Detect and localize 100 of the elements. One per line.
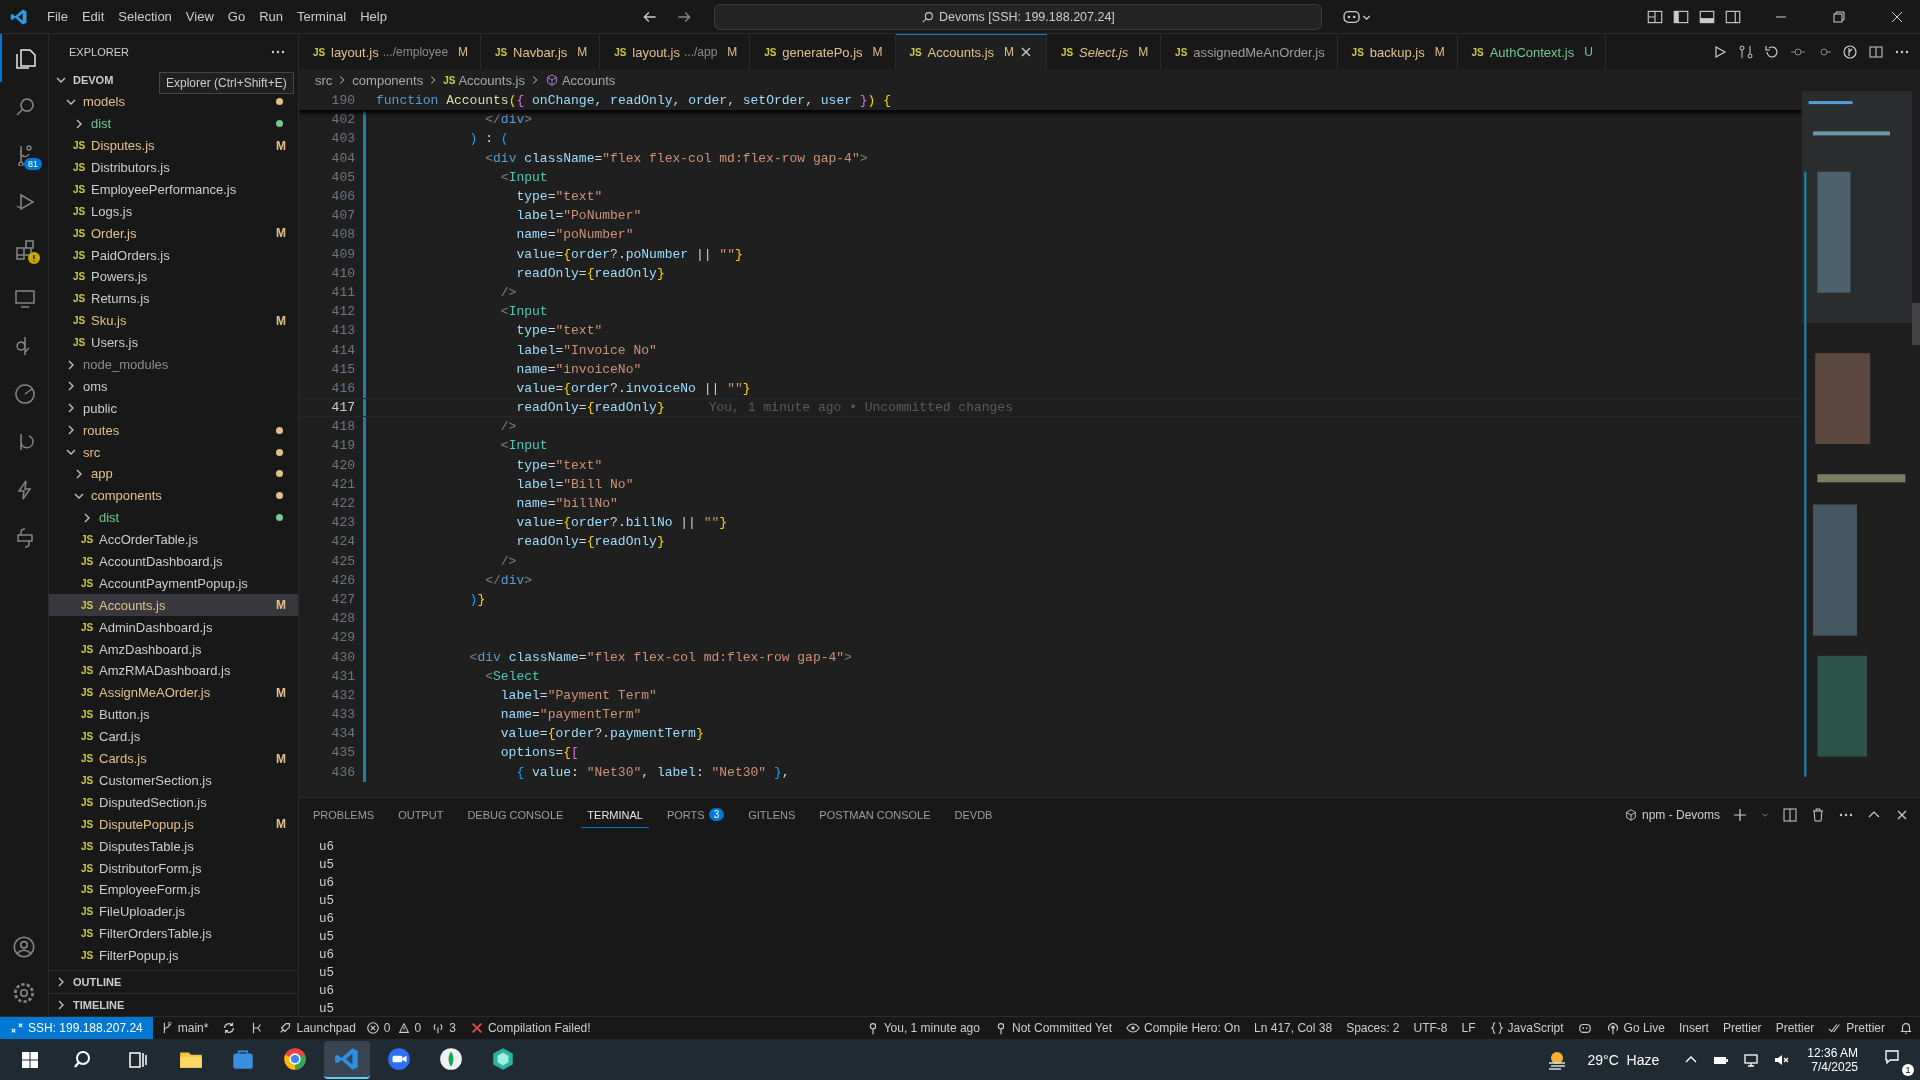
git-status: M <box>1434 45 1445 59</box>
code-line: <Input <box>499 169 548 185</box>
git-status: M <box>577 45 588 59</box>
terminal-line: u5 <box>319 857 335 874</box>
code-line: type="text" <box>515 189 603 205</box>
line-number: 428 <box>330 611 356 627</box>
line-number: 418 <box>330 419 356 435</box>
count-badge: 81 <box>24 158 42 170</box>
js-file-icon: JS <box>79 818 95 830</box>
code-line: <div className="flex flex-col md:flex-row gap-4"> <box>468 649 852 665</box>
js-file-icon: JS <box>71 271 87 283</box>
git-status: M <box>275 138 286 153</box>
line-number: 417 <box>330 400 356 416</box>
js-file-icon: JS <box>79 621 95 633</box>
sidebar-title: EXPLORER <box>69 45 129 58</box>
line-number: 424 <box>330 534 356 550</box>
js-file-icon: JS <box>493 46 510 58</box>
code-line: { value: "Net30", label: "Net30" }, <box>515 764 790 780</box>
code-line: readOnly={readOnly} <box>515 534 665 550</box>
js-file-icon: JS <box>79 862 95 874</box>
terminal-line: u6 <box>319 947 335 964</box>
date: 7/4/2025 <box>1811 1059 1858 1074</box>
code-line: <div className="flex flex-col md:flex-row gap-4"> <box>484 150 868 166</box>
js-file-icon: JS <box>1469 46 1486 58</box>
code-line: readOnly={readOnly} <box>515 265 665 281</box>
js-file-icon: JS <box>79 731 95 743</box>
line-number: 413 <box>330 323 356 339</box>
code-line: name="poNumber" <box>515 227 634 243</box>
line-number: 404 <box>330 150 356 166</box>
js-file-icon: JS <box>79 599 95 611</box>
js-file-icon: JS <box>71 249 87 261</box>
line-number: 434 <box>330 726 356 742</box>
code-line: <Input <box>499 304 548 320</box>
line-number: 436 <box>330 764 356 780</box>
js-file-icon: JS <box>443 74 456 86</box>
js-file-icon: JS <box>79 534 95 546</box>
line-number: 406 <box>330 189 356 205</box>
line-number: 429 <box>330 630 356 646</box>
line-number: 402 <box>330 112 356 128</box>
code-line: )} <box>468 591 486 607</box>
js-file-icon: JS <box>1173 46 1190 58</box>
line-number: 419 <box>330 438 356 454</box>
code-line: type="text" <box>515 323 603 339</box>
tab-path: .../app <box>684 45 718 59</box>
js-file-icon: JS <box>71 183 87 195</box>
line-number: 416 <box>330 380 356 396</box>
js-file-icon: JS <box>71 205 87 217</box>
code-line: type="text" <box>515 457 603 473</box>
line-number: 421 <box>330 476 356 492</box>
time: 12:36 AM <box>1807 1045 1858 1060</box>
js-file-icon: JS <box>79 556 95 568</box>
terminal-line: u6 <box>319 839 335 856</box>
count-badge: 3 <box>708 808 725 821</box>
js-file-icon: JS <box>71 337 87 349</box>
line-number: 435 <box>330 745 356 761</box>
code-line: ) : ( <box>468 131 509 147</box>
count-badge: 1 <box>1902 1064 1914 1076</box>
line-number: 405 <box>330 169 356 185</box>
code-line: name="invoiceNo" <box>515 361 642 377</box>
js-file-icon: JS <box>79 774 95 786</box>
terminal-line: u6 <box>319 875 335 892</box>
line-number: 403 <box>330 131 356 147</box>
line-number: 414 <box>330 342 356 358</box>
line-number: 408 <box>330 227 356 243</box>
git-status: M <box>872 45 883 59</box>
terminal-line: u6 <box>319 983 335 1000</box>
git-status: M <box>1138 45 1149 59</box>
js-file-icon: JS <box>71 315 87 327</box>
js-file-icon: JS <box>71 140 87 152</box>
code-line: <Input <box>499 438 548 454</box>
js-file-icon: JS <box>71 293 87 305</box>
line-number: 411 <box>330 284 356 300</box>
js-file-icon: JS <box>612 46 629 58</box>
line-number: 432 <box>330 687 356 703</box>
code-line: label="Invoice No" <box>515 342 657 358</box>
line-number: 415 <box>330 361 356 377</box>
git-status: M <box>275 685 286 700</box>
terminal-line: u5 <box>319 929 335 946</box>
line-number: 407 <box>330 208 356 224</box>
js-file-icon: JS <box>79 884 95 896</box>
git-status: M <box>275 313 286 328</box>
git-status: M <box>275 751 286 766</box>
js-file-icon: JS <box>71 162 87 173</box>
js-file-icon: JS <box>79 840 95 852</box>
git-status: U <box>1584 45 1593 59</box>
code-line: value={order?.billNo || ""} <box>515 515 728 531</box>
tooltip: Explorer (Ctrl+Shift+E) <box>159 72 294 94</box>
code-line: </div> <box>484 572 533 588</box>
js-file-icon: JS <box>762 46 779 58</box>
git-status: M <box>458 45 469 59</box>
js-file-icon: JS <box>1349 46 1366 58</box>
line-number: 409 <box>330 246 356 262</box>
git-status: M <box>275 598 286 613</box>
code-line: value={order?.poNumber || ""} <box>515 246 743 262</box>
git-status: M <box>275 817 286 832</box>
js-file-icon: JS <box>79 928 95 940</box>
git-status: M <box>727 45 738 59</box>
code-line: /> <box>499 419 517 435</box>
tab-path: .../employee <box>382 45 449 59</box>
git-status: M <box>275 226 286 241</box>
